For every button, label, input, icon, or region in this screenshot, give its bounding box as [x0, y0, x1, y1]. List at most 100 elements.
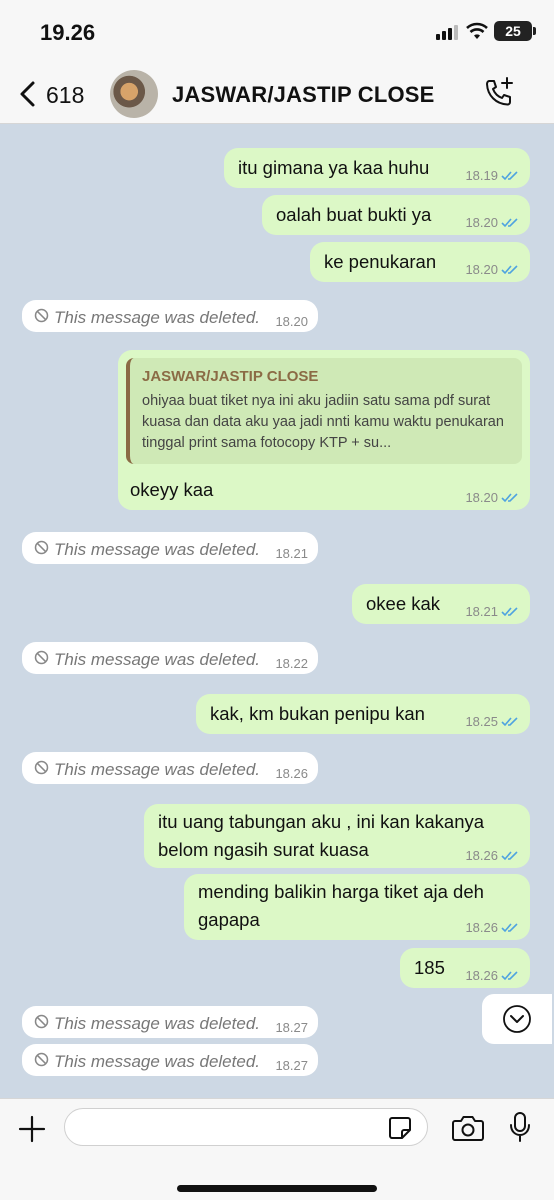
message-time: 18.26: [275, 766, 308, 781]
message-time: 18.21: [465, 604, 498, 619]
scroll-to-bottom-button[interactable]: [482, 994, 552, 1044]
message-text: This message was deleted.: [54, 540, 260, 559]
phone-add-icon[interactable]: [482, 76, 516, 110]
read-ticks-icon: [501, 923, 518, 933]
chevron-left-icon[interactable]: [14, 78, 44, 110]
message-outgoing[interactable]: okee kak 18.21: [352, 584, 530, 624]
message-time: 18.27: [275, 1020, 308, 1035]
read-ticks-icon: [501, 717, 518, 727]
message-time: 18.20: [275, 314, 308, 329]
status-bar: 19.26 25: [0, 0, 554, 64]
read-ticks-icon: [501, 493, 518, 503]
message-meta: 18.27: [275, 1058, 308, 1073]
camera-icon[interactable]: [452, 1114, 484, 1142]
unread-count[interactable]: 618: [46, 82, 84, 109]
message-time: 18.20: [465, 262, 498, 277]
message-outgoing[interactable]: kak, km bukan penipu kan 18.25: [196, 694, 530, 734]
message-time: 18.21: [275, 546, 308, 561]
message-meta: 18.21: [275, 546, 308, 561]
message-meta: 18.25: [465, 714, 518, 729]
message-text: This message was deleted.: [54, 760, 260, 779]
message-deleted[interactable]: This message was deleted. 18.20: [22, 300, 318, 332]
sticker-icon[interactable]: [388, 1116, 412, 1140]
wifi-icon: [466, 22, 488, 39]
ban-icon: [34, 308, 49, 323]
message-meta: 18.20: [465, 490, 518, 505]
message-text: This message was deleted.: [54, 650, 260, 669]
chat-header: 618 JASWAR/JASTIP CLOSE: [0, 64, 554, 124]
read-ticks-icon: [501, 607, 518, 617]
message-outgoing[interactable]: itu uang tabungan aku , ini kan kakanya …: [144, 804, 530, 868]
message-text: ke penukaran: [324, 251, 437, 272]
message-deleted[interactable]: This message was deleted. 18.21: [22, 532, 318, 564]
plus-icon[interactable]: [18, 1115, 46, 1143]
message-deleted[interactable]: This message was deleted. 18.26: [22, 752, 318, 784]
message-outgoing[interactable]: mending balikin harga tiket aja deh gapa…: [184, 874, 530, 940]
message-line: belom ngasih surat kuasa: [158, 839, 369, 860]
quoted-author: JASWAR/JASTIP CLOSE: [142, 368, 319, 385]
message-text: This message was deleted.: [54, 1052, 260, 1071]
message-list[interactable]: itu gimana ya kaa huhu 18.19 oalah buat …: [0, 124, 554, 1098]
message-text: 185: [414, 957, 445, 978]
message-line: itu uang tabungan aku , ini kan kakanya: [158, 811, 485, 832]
message-text: itu uang tabungan aku , ini kan kakanya …: [158, 808, 484, 864]
message-deleted[interactable]: This message was deleted. 18.27: [22, 1044, 318, 1076]
read-ticks-icon: [501, 851, 518, 861]
contact-name[interactable]: JASWAR/JASTIP CLOSE: [172, 82, 435, 108]
chevron-down-icon: [503, 1005, 531, 1033]
message-time: 18.25: [465, 714, 498, 729]
message-meta: 18.27: [275, 1020, 308, 1035]
message-time: 18.19: [465, 168, 498, 183]
message-meta: 18.19: [465, 168, 518, 183]
message-meta: 18.22: [275, 656, 308, 671]
message-time: 18.26: [465, 848, 498, 863]
message-outgoing-reply[interactable]: JASWAR/JASTIP CLOSE ohiyaa buat tiket ny…: [118, 350, 530, 510]
message-text: This message was deleted.: [54, 308, 260, 327]
message-meta: 18.21: [465, 604, 518, 619]
message-time: 18.26: [465, 968, 498, 983]
read-ticks-icon: [501, 171, 518, 181]
message-line: mending balikin harga tiket aja deh: [198, 881, 484, 902]
ban-icon: [34, 1014, 49, 1029]
read-ticks-icon: [501, 971, 518, 981]
message-text: okeyy kaa: [130, 479, 214, 500]
message-meta: 18.26: [465, 920, 518, 935]
quoted-message[interactable]: JASWAR/JASTIP CLOSE ohiyaa buat tiket ny…: [126, 358, 522, 464]
quoted-text: ohiyaa buat tiket nya ini aku jadiin sat…: [142, 393, 504, 451]
message-deleted[interactable]: This message was deleted. 18.22: [22, 642, 318, 674]
read-ticks-icon: [501, 218, 518, 228]
message-time: 18.20: [465, 490, 498, 505]
battery-icon: 25: [494, 21, 536, 41]
cellular-signal-icon: [436, 24, 458, 40]
message-time: 18.27: [275, 1058, 308, 1073]
message-outgoing[interactable]: ke penukaran 18.20: [310, 242, 530, 282]
message-text: oalah buat bukti ya: [276, 204, 432, 225]
message-deleted[interactable]: This message was deleted. 18.27: [22, 1006, 318, 1038]
message-text: mending balikin harga tiket aja deh gapa…: [198, 878, 484, 934]
message-meta: 18.20: [465, 262, 518, 277]
message-meta: 18.26: [465, 848, 518, 863]
microphone-icon[interactable]: [508, 1111, 532, 1143]
message-outgoing[interactable]: 185 18.26: [400, 948, 530, 988]
read-ticks-icon: [501, 265, 518, 275]
message-text: okee kak: [366, 593, 441, 614]
ban-icon: [34, 1052, 49, 1067]
message-text: itu gimana ya kaa huhu: [238, 157, 430, 178]
home-indicator: [177, 1185, 377, 1192]
message-text: kak, km bukan penipu kan: [210, 703, 425, 724]
message-outgoing[interactable]: oalah buat bukti ya 18.20: [262, 195, 530, 235]
status-time: 19.26: [40, 20, 96, 45]
composer-bar: [0, 1098, 554, 1200]
message-line: gapapa: [198, 909, 260, 930]
message-meta: 18.26: [275, 766, 308, 781]
message-time: 18.20: [465, 215, 498, 230]
message-time: 18.26: [465, 920, 498, 935]
message-text: This message was deleted.: [54, 1014, 260, 1033]
message-outgoing[interactable]: itu gimana ya kaa huhu 18.19: [224, 148, 530, 188]
contact-avatar[interactable]: [110, 70, 158, 118]
ban-icon: [34, 760, 49, 775]
message-time: 18.22: [275, 656, 308, 671]
ban-icon: [34, 540, 49, 555]
message-input[interactable]: [64, 1108, 428, 1146]
message-meta: 18.20: [465, 215, 518, 230]
